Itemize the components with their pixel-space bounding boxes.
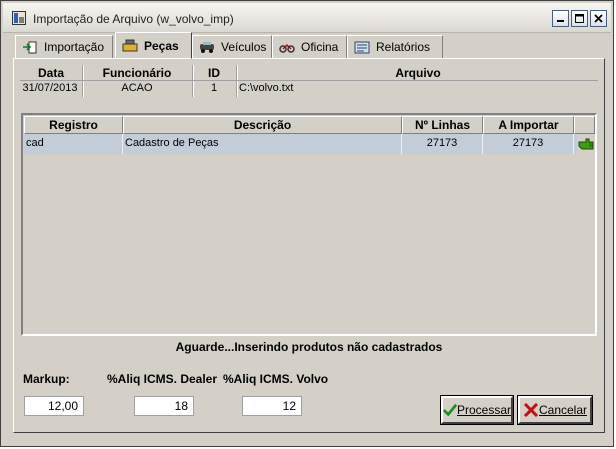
tab-veiculos[interactable]: Veículos bbox=[192, 35, 272, 58]
icms-dealer-input[interactable]: 18 bbox=[134, 396, 194, 416]
vehicle-icon bbox=[200, 41, 214, 53]
header-col-arquivo: Arquivo bbox=[395, 66, 441, 80]
minimize-icon bbox=[557, 20, 564, 22]
header-value-arquivo: C:\volvo.txt bbox=[239, 82, 294, 94]
markup-label: Markup: bbox=[23, 372, 70, 386]
cancelar-label: Cancelar bbox=[538, 403, 588, 417]
parts-icon bbox=[122, 39, 138, 52]
icms-dealer-label: %Aliq ICMS. Dealer bbox=[107, 372, 218, 386]
markup-input[interactable]: 12,00 bbox=[24, 396, 84, 416]
cancel-x-icon bbox=[523, 403, 539, 417]
tab-label: Veículos bbox=[221, 40, 267, 54]
icms-volvo-input[interactable]: 12 bbox=[242, 396, 302, 416]
import-table: Registro Descrição Nº Linhas A Importar … bbox=[21, 113, 597, 336]
tab-label: Relatórios bbox=[376, 40, 431, 54]
status-message: Aguarde...Inserindo produtos não cadastr… bbox=[175, 340, 443, 354]
col-linhas: Nº Linhas bbox=[402, 116, 483, 134]
tab-label: Oficina bbox=[301, 40, 339, 54]
maximize-icon bbox=[575, 14, 584, 23]
cancelar-button[interactable]: Cancelar bbox=[517, 395, 593, 425]
tab-oficina[interactable]: Oficina bbox=[272, 35, 347, 58]
title-bar: Importação de Arquivo (w_volvo_imp) bbox=[3, 3, 611, 33]
maximize-button[interactable] bbox=[571, 10, 588, 27]
tab-panel-pecas: Data Funcionário ID Arquivo 31/07/2013 A… bbox=[13, 58, 605, 433]
cell-descricao: Cadastro de Peças bbox=[123, 134, 402, 154]
cell-linhas: 27173 bbox=[402, 134, 483, 154]
import-icon bbox=[23, 41, 37, 53]
tab-pecas[interactable]: Peças bbox=[115, 32, 192, 59]
pointing-hand-icon[interactable] bbox=[578, 136, 595, 152]
workshop-icon bbox=[279, 43, 295, 53]
tab-relatorios[interactable]: Relatórios bbox=[347, 35, 443, 58]
window-title: Importação de Arquivo (w_volvo_imp) bbox=[33, 12, 234, 26]
header-col-id: ID bbox=[208, 66, 220, 80]
header-col-funcionario: Funcionário bbox=[102, 66, 172, 80]
cell-importar: 27173 bbox=[483, 134, 574, 154]
close-icon bbox=[594, 14, 603, 23]
cell-registro: cad bbox=[24, 134, 123, 154]
checkmark-icon bbox=[443, 403, 457, 417]
tab-importacao[interactable]: Importação bbox=[15, 35, 113, 58]
col-registro: Registro bbox=[24, 116, 123, 134]
header-value-data: 31/07/2013 bbox=[22, 82, 78, 94]
col-action bbox=[574, 116, 595, 134]
header-value-id: 1 bbox=[210, 82, 218, 94]
processar-label: Processar bbox=[456, 403, 511, 417]
header-value-funcionario: ACAO bbox=[121, 82, 153, 94]
icms-volvo-label: %Aliq ICMS. Volvo bbox=[223, 372, 329, 386]
minimize-button[interactable] bbox=[552, 10, 569, 27]
processar-button[interactable]: Processar bbox=[440, 395, 514, 425]
col-descricao: Descrição bbox=[123, 116, 402, 134]
app-icon bbox=[12, 11, 26, 25]
tab-label: Importação bbox=[44, 40, 105, 54]
reports-icon bbox=[354, 41, 370, 53]
tab-label: Peças bbox=[144, 38, 179, 53]
header-col-data: Data bbox=[37, 66, 64, 80]
import-window: Importação de Arquivo (w_volvo_imp) Impo… bbox=[0, 0, 614, 447]
divider bbox=[20, 80, 598, 81]
column-divider bbox=[236, 65, 238, 97]
table-row[interactable]: cad Cadastro de Peças 27173 27173 bbox=[24, 134, 577, 154]
close-button[interactable] bbox=[590, 10, 607, 27]
col-importar: A Importar bbox=[483, 116, 574, 134]
